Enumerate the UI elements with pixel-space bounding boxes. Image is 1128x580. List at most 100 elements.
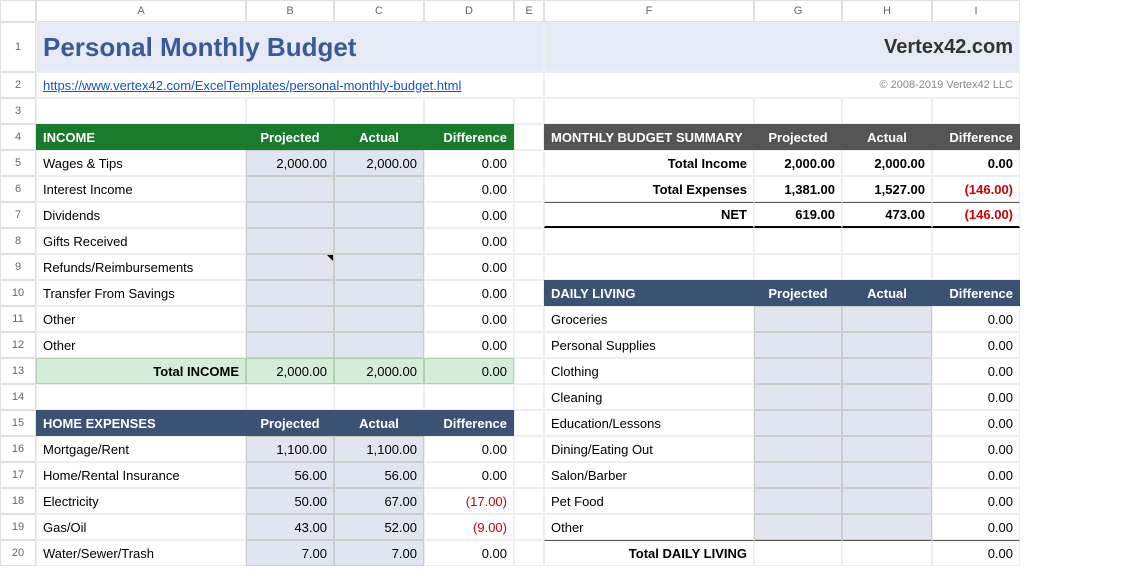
daily-item-label[interactable]: Personal Supplies [544, 332, 754, 358]
page-title[interactable]: Personal Monthly Budget [36, 22, 544, 72]
home-item-actual[interactable]: 56.00 [334, 462, 424, 488]
income-item-actual[interactable] [334, 176, 424, 202]
daily-item-label[interactable]: Clothing [544, 358, 754, 384]
daily-item-difference[interactable]: 0.00 [932, 514, 1020, 540]
summary-total-expenses-difference[interactable]: (146.00) [932, 176, 1020, 202]
income-item-label[interactable]: Other [36, 332, 246, 358]
daily-item-difference[interactable]: 0.00 [932, 306, 1020, 332]
income-item-actual[interactable] [334, 228, 424, 254]
income-item-label[interactable]: Other [36, 306, 246, 332]
income-header[interactable]: INCOME [36, 124, 246, 150]
home-item-projected[interactable]: 50.00 [246, 488, 334, 514]
row-header-10[interactable]: 10 [0, 280, 36, 306]
home-actual-header[interactable]: Actual [334, 410, 424, 436]
income-item-difference[interactable]: 0.00 [424, 228, 514, 254]
total-daily-label[interactable]: Total DAILY LIVING [544, 540, 754, 566]
summary-actual-header[interactable]: Actual [842, 124, 932, 150]
home-item-difference[interactable]: (17.00) [424, 488, 514, 514]
daily-item-actual[interactable] [842, 514, 932, 540]
row-header-20[interactable]: 20 [0, 540, 36, 566]
home-item-label[interactable]: Electricity [36, 488, 246, 514]
total-income-label[interactable]: Total INCOME [36, 358, 246, 384]
col-header-e[interactable]: E [514, 0, 544, 22]
daily-item-actual[interactable] [842, 358, 932, 384]
daily-item-difference[interactable]: 0.00 [932, 384, 1020, 410]
home-item-actual[interactable]: 1,100.00 [334, 436, 424, 462]
summary-total-income-projected[interactable]: 2,000.00 [754, 150, 842, 176]
daily-item-actual[interactable] [842, 306, 932, 332]
income-item-projected[interactable]: 2,000.00 [246, 150, 334, 176]
income-item-projected[interactable] [246, 228, 334, 254]
income-item-difference[interactable]: 0.00 [424, 176, 514, 202]
income-item-difference[interactable]: 0.00 [424, 254, 514, 280]
daily-item-actual[interactable] [842, 436, 932, 462]
income-item-projected[interactable] [246, 176, 334, 202]
home-header[interactable]: HOME EXPENSES [36, 410, 246, 436]
template-link[interactable]: https://www.vertex42.com/ExcelTemplates/… [43, 78, 461, 93]
summary-difference-header[interactable]: Difference [932, 124, 1020, 150]
home-item-label[interactable]: Mortgage/Rent [36, 436, 246, 462]
summary-header[interactable]: MONTHLY BUDGET SUMMARY [544, 124, 754, 150]
daily-item-projected[interactable] [754, 384, 842, 410]
total-income-difference[interactable]: 0.00 [424, 358, 514, 384]
home-item-label[interactable]: Gas/Oil [36, 514, 246, 540]
row-header-1[interactable]: 1 [0, 22, 36, 72]
income-difference-header[interactable]: Difference [424, 124, 514, 150]
row-header-14[interactable]: 14 [0, 384, 36, 410]
daily-header[interactable]: DAILY LIVING [544, 280, 754, 306]
summary-projected-header[interactable]: Projected [754, 124, 842, 150]
daily-item-projected[interactable] [754, 514, 842, 540]
row-header-16[interactable]: 16 [0, 436, 36, 462]
income-item-label[interactable]: Transfer From Savings [36, 280, 246, 306]
row-header-8[interactable]: 8 [0, 228, 36, 254]
home-item-actual[interactable]: 7.00 [334, 540, 424, 566]
daily-item-actual[interactable] [842, 384, 932, 410]
col-header-d[interactable]: D [424, 0, 514, 22]
summary-total-income-actual[interactable]: 2,000.00 [842, 150, 932, 176]
row-header-17[interactable]: 17 [0, 462, 36, 488]
daily-projected-header[interactable]: Projected [754, 280, 842, 306]
daily-difference-header[interactable]: Difference [932, 280, 1020, 306]
income-item-difference[interactable]: 0.00 [424, 306, 514, 332]
summary-net-label[interactable]: NET [544, 202, 754, 228]
home-item-label[interactable]: Home/Rental Insurance [36, 462, 246, 488]
income-item-label[interactable]: Dividends [36, 202, 246, 228]
row-header-19[interactable]: 19 [0, 514, 36, 540]
home-item-projected[interactable]: 56.00 [246, 462, 334, 488]
daily-item-projected[interactable] [754, 410, 842, 436]
income-item-label[interactable]: Wages & Tips [36, 150, 246, 176]
total-daily-actual[interactable] [842, 540, 932, 566]
income-item-difference[interactable]: 0.00 [424, 280, 514, 306]
daily-actual-header[interactable]: Actual [842, 280, 932, 306]
summary-total-expenses-projected[interactable]: 1,381.00 [754, 176, 842, 202]
daily-item-difference[interactable]: 0.00 [932, 410, 1020, 436]
daily-item-label[interactable]: Groceries [544, 306, 754, 332]
daily-item-projected[interactable] [754, 488, 842, 514]
row-header-12[interactable]: 12 [0, 332, 36, 358]
summary-net-projected[interactable]: 619.00 [754, 202, 842, 228]
col-header-i[interactable]: I [932, 0, 1020, 22]
daily-item-label[interactable]: Cleaning [544, 384, 754, 410]
daily-item-difference[interactable]: 0.00 [932, 462, 1020, 488]
summary-net-difference[interactable]: (146.00) [932, 202, 1020, 228]
daily-item-projected[interactable] [754, 332, 842, 358]
row-header-6[interactable]: 6 [0, 176, 36, 202]
daily-item-label[interactable]: Other [544, 514, 754, 540]
total-daily-difference[interactable]: 0.00 [932, 540, 1020, 566]
summary-total-income-label[interactable]: Total Income [544, 150, 754, 176]
total-income-projected[interactable]: 2,000.00 [246, 358, 334, 384]
daily-item-actual[interactable] [842, 332, 932, 358]
home-item-difference[interactable]: 0.00 [424, 540, 514, 566]
income-projected-header[interactable]: Projected [246, 124, 334, 150]
income-item-actual[interactable] [334, 332, 424, 358]
corner-cell[interactable] [0, 0, 36, 22]
income-item-actual[interactable] [334, 202, 424, 228]
row-header-4[interactable]: 4 [0, 124, 36, 150]
daily-item-difference[interactable]: 0.00 [932, 488, 1020, 514]
income-item-actual[interactable]: 2,000.00 [334, 150, 424, 176]
home-difference-header[interactable]: Difference [424, 410, 514, 436]
row-header-11[interactable]: 11 [0, 306, 36, 332]
income-item-label[interactable]: Gifts Received [36, 228, 246, 254]
income-item-projected[interactable] [246, 280, 334, 306]
home-item-projected[interactable]: 1,100.00 [246, 436, 334, 462]
